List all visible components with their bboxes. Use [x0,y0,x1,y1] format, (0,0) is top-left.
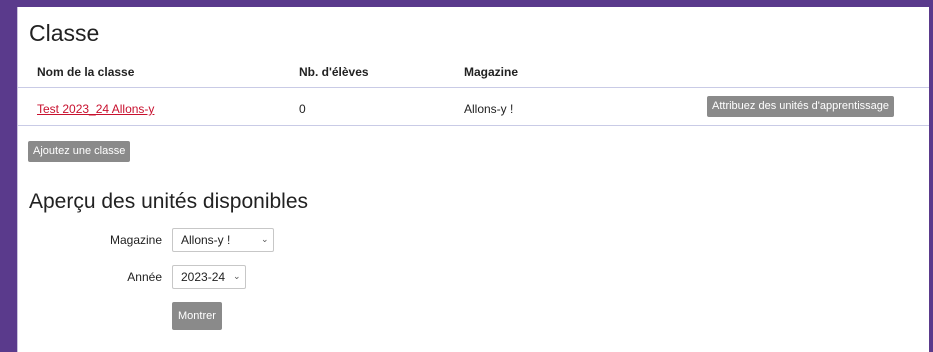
year-select-value: 2023-24 [181,270,226,284]
student-count: 0 [299,102,306,116]
magazine-label: Magazine [109,233,162,247]
add-class-button[interactable]: Ajoutez une classe [28,141,131,162]
units-section-title: Aperçu des unités disponibles [29,190,309,213]
year-label: Année [127,270,162,284]
page-title: Classe [29,20,100,46]
class-name-link[interactable]: Test 2023_24 Allons-y [37,102,154,116]
magazine-select-value: Allons-y ! [181,233,231,247]
chevron-down-icon: ⌄ [261,234,269,244]
year-select[interactable]: 2023-24 ⌄ [172,265,246,289]
assign-units-button[interactable]: Attribuez des unités d'apprentissage [707,96,894,117]
column-header-magazine: Magazine [464,65,519,79]
magazine-select[interactable]: Allons-y ! ⌄ [172,228,274,252]
classes-panel: Classe Nom de la classe Nb. d'élèves Mag… [17,7,929,352]
table-row: Test 2023_24 Allons-y 0 Allons-y ! Attri… [18,88,929,126]
column-header-students: Nb. d'élèves [299,65,369,79]
column-header-class-name: Nom de la classe [37,65,135,79]
chevron-down-icon: ⌄ [233,271,241,281]
show-button[interactable]: Montrer [172,302,222,330]
magazine-name: Allons-y ! [464,102,514,116]
